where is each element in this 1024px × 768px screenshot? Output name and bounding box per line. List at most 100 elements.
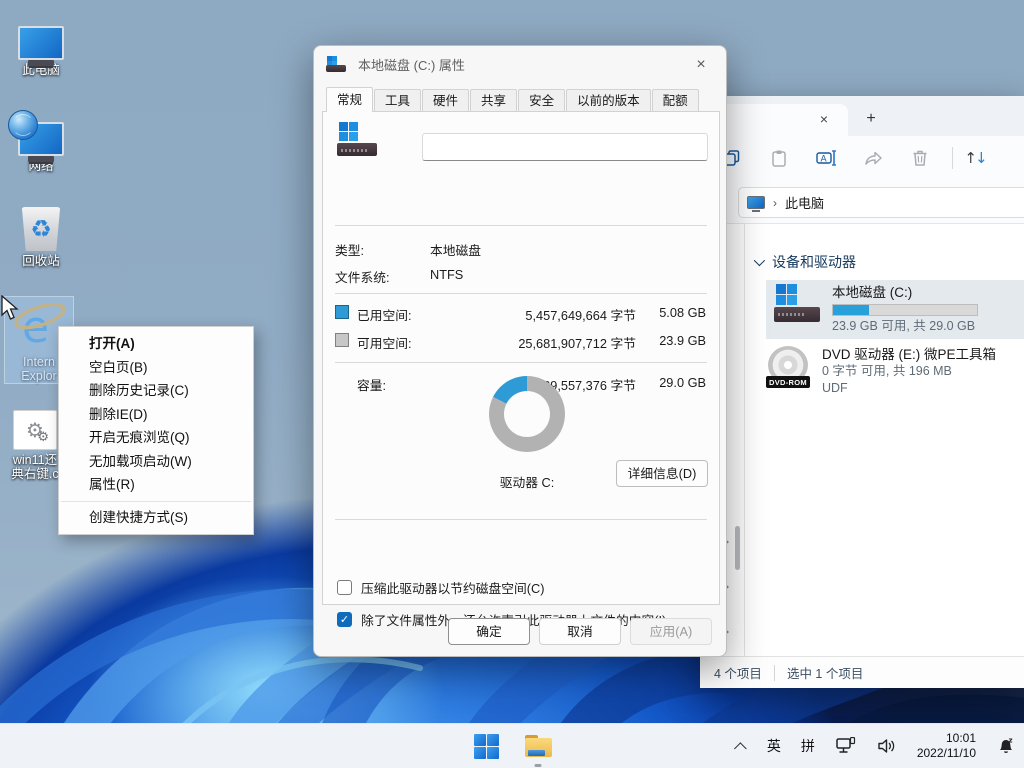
separator	[335, 293, 707, 294]
drive-usage-bar	[832, 304, 978, 316]
toolbar-separator	[952, 147, 953, 169]
globe-icon	[8, 110, 38, 140]
menu-item-open[interactable]: 打开(A)	[59, 332, 253, 356]
drive-usage-bar-fill	[833, 305, 869, 315]
filesystem-value: NTFS	[430, 267, 463, 282]
paste-icon[interactable]	[764, 143, 794, 173]
tab-tools[interactable]: 工具	[374, 89, 421, 112]
tab-quota[interactable]: 配额	[652, 89, 699, 112]
explorer-content: 设备和驱动器 本地磁盘 (C:) 23.9 GB 可用, 共 29.0 GB D…	[746, 224, 1024, 656]
drive-item-c[interactable]: 本地磁盘 (C:) 23.9 GB 可用, 共 29.0 GB	[766, 280, 1024, 339]
start-button[interactable]	[469, 724, 503, 768]
section-header-devices[interactable]: 设备和驱动器	[754, 252, 856, 272]
drive-info: 23.9 GB 可用, 共 29.0 GB	[832, 318, 978, 335]
desktop-icon-this-pc[interactable]: 此电脑	[2, 12, 80, 77]
tab-sharing[interactable]: 共享	[470, 89, 517, 112]
compress-checkbox-label: 压缩此驱动器以节约磁盘空间(C)	[361, 578, 544, 597]
file-explorer-icon	[525, 735, 552, 757]
new-tab-button[interactable]: +	[860, 108, 882, 130]
close-icon[interactable]: ×	[690, 54, 712, 76]
menu-item-create-shortcut[interactable]: 创建快捷方式(S)	[59, 506, 253, 530]
speaker-icon[interactable]	[877, 737, 897, 755]
taskbar: 英 拼 10:01 2022/11/10 z	[0, 723, 1024, 768]
separator	[335, 225, 707, 226]
taskbar-clock[interactable]: 10:01 2022/11/10	[917, 731, 976, 761]
taskbar-file-explorer-button[interactable]	[521, 724, 555, 768]
explorer-tab-strip: × +	[700, 96, 1024, 136]
used-space-label: 已用空间:	[357, 305, 412, 324]
tab-previous-versions[interactable]: 以前的版本	[566, 89, 651, 112]
status-item-count: 4 个项目	[714, 663, 762, 682]
ime-mode-indicator[interactable]: 拼	[801, 736, 815, 756]
sort-icon[interactable]: ↑↓	[961, 143, 991, 173]
cancel-button[interactable]: 取消	[539, 618, 621, 645]
dvd-rom-badge: DVD-ROM	[766, 376, 810, 388]
capacity-size: 29.0 GB	[644, 375, 706, 390]
desktop-icon-label: 回收站	[2, 254, 80, 268]
free-space-label: 可用空间:	[357, 333, 412, 352]
tab-general[interactable]: 常规	[326, 87, 373, 112]
notification-bell-icon[interactable]: z	[996, 736, 1016, 756]
dialog-title-bar[interactable]: 本地磁盘 (C:) 属性 ×	[314, 46, 726, 82]
desktop-icon-recycle-bin[interactable]: ♻ 回收站	[2, 203, 80, 268]
mouse-cursor	[1, 295, 23, 321]
rename-icon[interactable]: A	[811, 143, 841, 173]
drive-name: DVD 驱动器 (E:) 微PE工具箱	[822, 346, 996, 363]
menu-item-properties[interactable]: 属性(R)	[59, 473, 253, 497]
drive-filesystem: UDF	[822, 380, 996, 397]
general-tab-page: 类型: 本地磁盘 文件系统: NTFS 已用空间: 5,457,649,664 …	[322, 111, 720, 605]
breadcrumb-separator-icon: ›	[773, 196, 777, 210]
dialog-title: 本地磁盘 (C:) 属性	[358, 55, 465, 74]
compress-checkbox[interactable]	[337, 580, 352, 595]
scrollbar-thumb[interactable]	[735, 526, 740, 570]
desktop-icon-network[interactable]: 网络	[2, 108, 80, 173]
explorer-status-bar: 4 个项目 选中 1 个项目	[700, 656, 1024, 688]
type-value: 本地磁盘	[430, 240, 481, 259]
menu-item-delete-ie[interactable]: 删除IE(D)	[59, 403, 253, 427]
windows-logo-icon	[474, 734, 499, 759]
this-pc-icon	[18, 26, 64, 60]
delete-icon[interactable]	[905, 143, 935, 173]
breadcrumb-item-this-pc[interactable]: 此电脑	[785, 193, 824, 212]
drive-name: 本地磁盘 (C:)	[832, 284, 978, 301]
file-explorer-window: × + A ↑↓ › 此电脑	[700, 96, 1024, 688]
clock-time: 10:01	[917, 731, 976, 746]
chevron-down-icon	[754, 255, 765, 266]
menu-item-inprivate[interactable]: 开启无痕浏览(Q)	[59, 426, 253, 450]
separator	[335, 519, 707, 520]
address-bar[interactable]: › 此电脑	[738, 187, 1024, 218]
donut-hole	[504, 391, 550, 437]
explorer-body: 设备和驱动器 本地磁盘 (C:) 23.9 GB 可用, 共 29.0 GB D…	[700, 224, 1024, 656]
used-space-size: 5.08 GB	[644, 305, 706, 320]
share-icon[interactable]	[858, 143, 888, 173]
running-app-indicator	[535, 764, 542, 767]
menu-item-delete-history[interactable]: 删除历史记录(C)	[59, 379, 253, 403]
drive-icon-large	[337, 122, 377, 158]
nav-scrollbar[interactable]	[733, 226, 742, 646]
capacity-donut	[489, 376, 565, 452]
drive-caption: 驱动器 C:	[457, 472, 597, 491]
apply-button[interactable]: 应用(A)	[630, 618, 712, 645]
svg-text:A: A	[821, 155, 828, 165]
menu-item-no-addons[interactable]: 无加载项启动(W)	[59, 450, 253, 474]
tab-security[interactable]: 安全	[518, 89, 565, 112]
dialog-drive-icon	[326, 56, 346, 72]
details-button[interactable]: 详细信息(D)	[616, 460, 708, 487]
ie-context-menu: 打开(A) 空白页(B) 删除历史记录(C) 删除IE(D) 开启无痕浏览(Q)…	[58, 326, 254, 535]
local-disk-icon	[774, 284, 820, 324]
tab-hardware[interactable]: 硬件	[422, 89, 469, 112]
ok-button[interactable]: 确定	[448, 618, 530, 645]
type-label: 类型:	[335, 240, 364, 259]
volume-label-input[interactable]	[422, 133, 708, 161]
ime-language-indicator[interactable]: 英	[767, 736, 781, 756]
free-space-bytes: 25,681,907,712 字节	[486, 333, 636, 352]
network-icon[interactable]	[835, 737, 857, 755]
dialog-buttons: 确定 取消 应用(A)	[314, 618, 712, 645]
address-bar-row: › 此电脑	[700, 180, 1024, 224]
tab-close-icon[interactable]: ×	[814, 110, 834, 130]
free-space-legend-swatch	[335, 333, 349, 347]
drive-item-dvd[interactable]: DVD-ROM DVD 驱动器 (E:) 微PE工具箱 0 字节 可用, 共 1…	[766, 346, 1024, 397]
compress-checkbox-row[interactable]: 压缩此驱动器以节约磁盘空间(C)	[337, 578, 544, 597]
menu-item-blank-page[interactable]: 空白页(B)	[59, 356, 253, 380]
breadcrumb: › 此电脑	[747, 193, 824, 212]
